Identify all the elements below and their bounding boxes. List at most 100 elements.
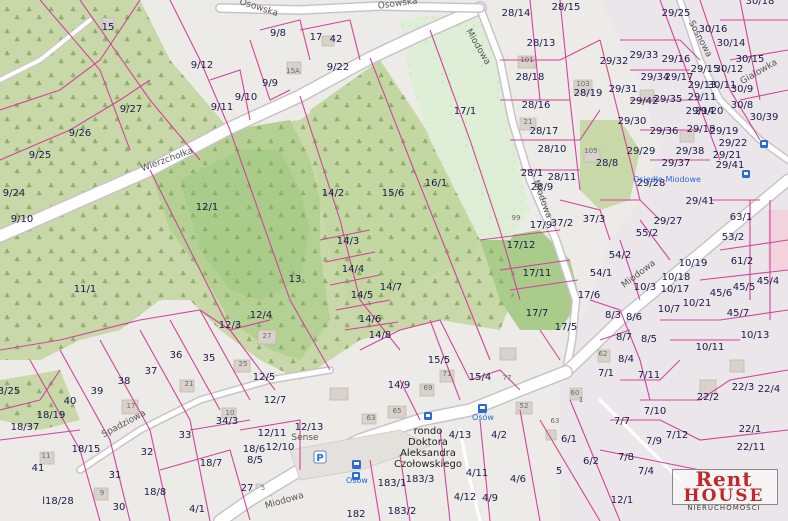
parcel-number: 38: [118, 376, 131, 387]
parcel-number: 28/18: [516, 72, 545, 83]
roundabout-line-4: Czołowskiego: [394, 459, 462, 470]
parcel-number: 9/12: [191, 60, 213, 71]
parcel-number: 7/9: [646, 436, 662, 447]
parcel-number: 29/36: [650, 126, 679, 137]
parcel-number: l18/28: [42, 496, 74, 507]
building-number: 63: [367, 414, 376, 422]
building-number: 15A: [286, 67, 300, 75]
building-number: 77: [503, 374, 512, 382]
parcel-number: 54/2: [609, 250, 631, 261]
building-number: 63: [551, 417, 560, 425]
parcel-number: 7/8: [618, 452, 634, 463]
parcel-number: 12/1: [196, 202, 218, 213]
parcel-number: 3/25: [0, 386, 20, 397]
parcel-number: 10/3: [634, 282, 656, 293]
parcel-number: 9/27: [120, 104, 142, 115]
parcel-number: 10/21: [683, 298, 712, 309]
parcel-number: 14/5: [351, 290, 373, 301]
parcel-number: 15/5: [428, 355, 450, 366]
parcel-number: 37/3: [583, 214, 605, 225]
building-number: 101: [520, 56, 533, 64]
parcel-number: 15: [102, 22, 115, 33]
parcel-number: 8/3: [605, 310, 621, 321]
logo-subtitle: NIERUCHOMOŚCI: [687, 504, 761, 512]
building-number: 5: [261, 484, 265, 492]
parcel-number: 29/27: [654, 216, 683, 227]
parcel-number: 14/3: [337, 236, 359, 247]
parcel-number: 54/1: [590, 268, 612, 279]
parcel-number: 18/6: [243, 444, 265, 455]
parcel-number: 4/13: [449, 430, 471, 441]
parcel-number: 9/10: [235, 92, 257, 103]
parcel-number: 18/37: [11, 422, 40, 433]
parcel-number: 12/5: [253, 372, 275, 383]
building-number: 62: [599, 350, 608, 358]
parcel-number: 28/19: [574, 88, 603, 99]
parcel-number: 30/39: [750, 112, 779, 123]
bus-stop-name: Osów: [346, 475, 368, 485]
building-number: 27: [263, 332, 272, 340]
parcel-number: 10/11: [696, 342, 725, 353]
parcel-number: 29/11: [688, 92, 717, 103]
parcel-number: 29/29: [627, 146, 656, 157]
parcel-number: 30: [113, 502, 126, 513]
parcel-number: 7/1: [598, 368, 614, 379]
building-number: 21: [524, 118, 533, 126]
building-number: 9: [100, 489, 104, 497]
parcel-number: 12/10: [266, 442, 295, 453]
parcel-number: 29/41: [716, 160, 745, 171]
parcel-number: 17/5: [555, 322, 577, 333]
parcel-number: 37: [145, 366, 158, 377]
parcel-number: 17/6: [578, 290, 600, 301]
parcel-number: 28/17: [530, 126, 559, 137]
parcel-number: 30/18: [746, 0, 775, 7]
building-number: 52: [520, 402, 529, 410]
parcel-number: 53/2: [722, 232, 744, 243]
parcel-number: 28/13: [527, 38, 556, 49]
parcel-number: 183/2: [388, 506, 417, 517]
parcel-number: 4/6: [510, 474, 526, 485]
roundabout-line-3: Aleksandra: [400, 448, 456, 459]
cadastral-map[interactable]: ♣ ♣: [0, 0, 788, 521]
building-number: 17: [127, 402, 136, 410]
building-number: 71: [443, 370, 452, 378]
parcel-number: 18/8: [144, 487, 166, 498]
parcel-number: 182: [346, 509, 365, 520]
parcel-number: 7/4: [638, 466, 654, 477]
parcel-number: 30/12: [715, 64, 744, 75]
parcel-number: 7/12: [666, 430, 688, 441]
parcel-number: 4/1: [189, 504, 205, 515]
parcel-number: 29/25: [662, 8, 691, 19]
parcel-number: 12/4: [250, 310, 272, 321]
parcel-number: 28/15: [552, 2, 581, 13]
parcel-number: 22/11: [737, 442, 766, 453]
parcel-number: 27: [241, 483, 254, 494]
building-number: 21: [185, 380, 194, 388]
parcel-number: 7/11: [638, 370, 660, 381]
parcel-number: 61/2: [731, 256, 753, 267]
building-number: 25: [239, 360, 248, 368]
parcel-number: 12/11: [258, 428, 287, 439]
parcel-number: 14/8: [369, 330, 391, 341]
parcel-number: 29/35: [654, 94, 683, 105]
parking-icon[interactable]: P: [313, 450, 327, 464]
parking-symbol: P: [316, 453, 323, 464]
parcel-number: 6/1: [561, 434, 577, 445]
parcel-number: 29/37: [662, 158, 691, 169]
parcel-number: 29/30: [618, 116, 647, 127]
parcel-number: 16/1: [425, 178, 447, 189]
parcel-number: 32: [141, 447, 154, 458]
parcel-number: 12/1: [611, 495, 633, 506]
parcel-number: 42: [330, 34, 343, 45]
parcel-number: 22/2: [697, 392, 719, 403]
parcel-number: 9/22: [327, 62, 349, 73]
bus-stop-name: Osów: [472, 412, 494, 422]
parcel-number: 35: [203, 353, 216, 364]
rent-house-logo: Rent HOUSE NIERUCHOMOŚCI: [668, 469, 780, 515]
parcel-number: 10/17: [661, 284, 690, 295]
parcel-number: 28/10: [538, 144, 567, 155]
parcel-number: 9/11: [211, 102, 233, 113]
parcel-number: 8/5: [641, 334, 657, 345]
parcel-number: 9/10: [11, 214, 33, 225]
parcel-number: 29/19: [710, 126, 739, 137]
